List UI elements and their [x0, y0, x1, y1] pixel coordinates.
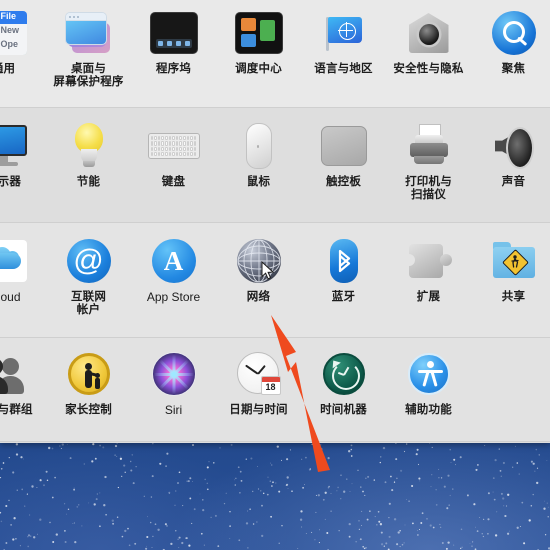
pref-item-displays[interactable]: 显示器 [0, 120, 46, 189]
pref-item-date-time[interactable]: 18 日期与时间 [216, 348, 301, 417]
pref-item-mouse[interactable]: 鼠标 [216, 120, 301, 189]
trackpad-icon [318, 120, 370, 172]
speaker-icon [488, 120, 540, 172]
pref-item-spotlight[interactable]: 聚焦 [471, 7, 550, 76]
users-icon [0, 348, 30, 400]
pref-label: 调度中心 [235, 63, 282, 75]
display-icon [0, 120, 30, 172]
pref-label: 语言与地区 [314, 63, 373, 75]
pref-item-parental-controls[interactable]: 家长控制 [46, 348, 131, 417]
pref-item-dock[interactable]: 程序坞 [131, 7, 216, 76]
pref-label: 节能 [76, 176, 101, 188]
at-sign-icon: @ [63, 235, 115, 287]
pref-label: 辅助功能 [405, 404, 452, 416]
pref-label: 通用 [0, 63, 16, 75]
pref-label: 时间机器 [320, 404, 367, 416]
pref-label: 网络 [246, 291, 271, 303]
system-preferences-window: FileNewOpe 通用 桌面与 屏幕保护程序 程序坞 [0, 0, 550, 443]
pref-label: 蓝牙 [331, 291, 356, 303]
pref-item-app-store[interactable]: A App Store [131, 235, 216, 304]
pref-item-bluetooth[interactable]: 蓝牙 [301, 235, 386, 304]
time-machine-icon [318, 348, 370, 400]
pref-item-sharing[interactable]: 共享 [471, 235, 550, 304]
sharing-folder-icon [488, 235, 540, 287]
app-store-icon: A [148, 235, 200, 287]
accessibility-icon [403, 348, 455, 400]
pref-item-siri[interactable]: Siri [131, 348, 216, 417]
pref-label: 鼠标 [246, 176, 271, 188]
general-icon: File New Ope [0, 7, 30, 59]
parental-controls-icon [63, 348, 115, 400]
pref-item-language-region[interactable]: 语言与地区 [301, 7, 386, 76]
pref-item-network[interactable]: 网络 [216, 235, 301, 304]
globe-network-icon [233, 235, 285, 287]
cloud-icon [0, 235, 30, 287]
pref-label: 互联网 帐户 [70, 291, 107, 316]
siri-icon [148, 348, 200, 400]
pref-item-mission-control[interactable]: 调度中心 [216, 7, 301, 76]
pref-label: Siri [164, 403, 183, 417]
pref-label: 打印机与 扫描仪 [405, 176, 452, 201]
pref-item-trackpad[interactable]: 触控板 [301, 120, 386, 189]
spotlight-icon [488, 7, 540, 59]
printer-icon [403, 120, 455, 172]
pref-item-energy-saver[interactable]: 节能 [46, 120, 131, 189]
pref-label: 安全性与隐私 [393, 63, 464, 75]
pref-item-internet-accounts[interactable]: @ 互联网 帐户 [46, 235, 131, 316]
pref-label: 家长控制 [65, 404, 112, 416]
pref-label: 扩展 [416, 291, 441, 303]
mouse-pointer-icon [261, 261, 274, 280]
prefs-row-hardware: 显示器 节能 键盘 鼠标 [0, 108, 550, 223]
pref-label: 程序坞 [155, 63, 192, 75]
pref-label: iCloud [0, 290, 21, 304]
pref-item-sound[interactable]: 声音 [471, 120, 550, 189]
pref-item-time-machine[interactable]: 时间机器 [301, 348, 386, 417]
pref-item-extensions[interactable]: 扩展 [386, 235, 471, 304]
pref-item-icloud[interactable]: iCloud [0, 235, 46, 304]
prefs-row-internet: iCloud @ 互联网 帐户 A App Store [0, 223, 550, 338]
pref-label: 显示器 [0, 176, 22, 188]
pref-label: 共享 [501, 291, 526, 303]
pref-label: 桌面与 屏幕保护程序 [53, 63, 124, 88]
desktop-screensaver-icon [63, 7, 115, 59]
dock-icon [148, 7, 200, 59]
security-privacy-icon [403, 7, 455, 59]
pref-item-desktop-screensaver[interactable]: 桌面与 屏幕保护程序 [46, 7, 131, 88]
pref-item-users-groups[interactable]: 用户与群组 [0, 348, 46, 417]
pref-item-general[interactable]: FileNewOpe 通用 [0, 7, 46, 76]
bluetooth-icon [318, 235, 370, 287]
pref-label: 用户与群组 [0, 404, 33, 416]
pref-label: 日期与时间 [229, 404, 288, 416]
clock-calendar-icon: 18 [233, 348, 285, 400]
pref-item-keyboard[interactable]: 键盘 [131, 120, 216, 189]
prefs-row-personal: FileNewOpe 通用 桌面与 屏幕保护程序 程序坞 [0, 0, 550, 108]
calendar-day: 18 [265, 382, 276, 392]
pref-label: App Store [146, 290, 201, 304]
pref-label: 声音 [501, 176, 526, 188]
puzzle-piece-icon [402, 235, 455, 287]
pref-label: 聚焦 [501, 63, 526, 75]
pref-item-security-privacy[interactable]: 安全性与隐私 [386, 7, 471, 76]
prefs-row-system: 用户与群组 家长控制 Siri 18 [0, 338, 550, 442]
lightbulb-icon [63, 120, 115, 172]
language-region-icon [318, 7, 370, 59]
pref-item-accessibility[interactable]: 辅助功能 [386, 348, 471, 417]
pref-item-printers-scanners[interactable]: 打印机与 扫描仪 [386, 120, 471, 201]
keyboard-icon [147, 120, 200, 172]
pref-label: 键盘 [161, 176, 186, 188]
mouse-icon [233, 120, 285, 172]
mission-control-icon [233, 7, 285, 59]
screen: FileNewOpe 通用 桌面与 屏幕保护程序 程序坞 [0, 0, 550, 550]
pref-label: 触控板 [325, 176, 362, 188]
